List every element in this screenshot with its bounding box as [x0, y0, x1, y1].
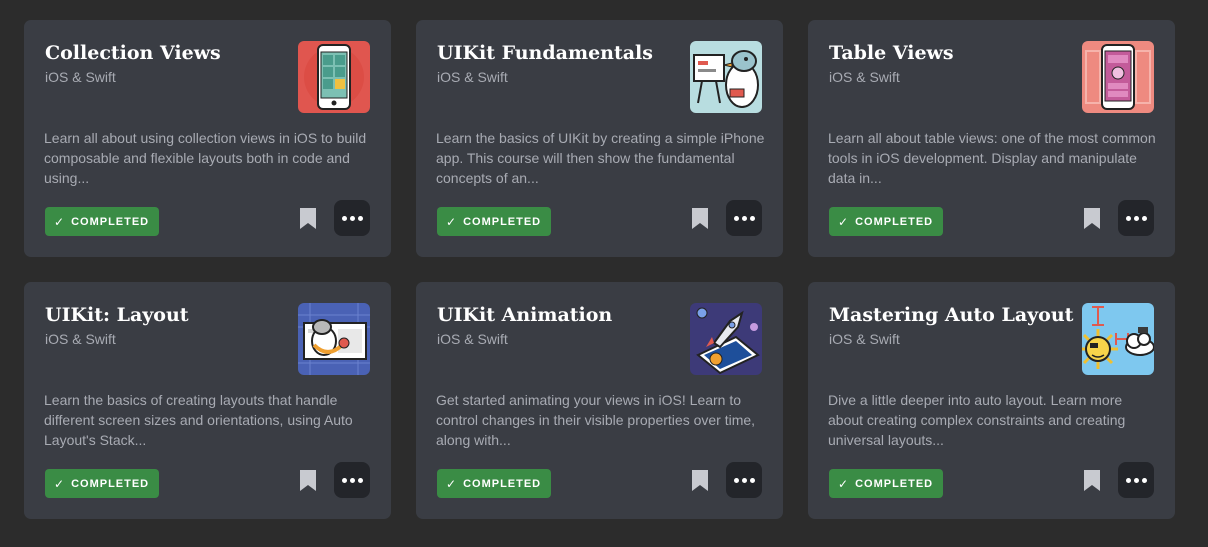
completed-badge: ✓ COMPLETED: [437, 469, 552, 498]
more-options-icon: [1125, 215, 1131, 221]
course-card[interactable]: UIKit: Layout iOS & Swift Learn the basi…: [24, 282, 391, 519]
more-options-icon: [341, 215, 347, 221]
check-icon: ✓: [54, 476, 66, 491]
more-options-icon: [349, 477, 355, 483]
more-options-button[interactable]: [726, 462, 762, 498]
phone-list-illustration-icon: [1082, 41, 1154, 113]
completed-badge: ✓ COMPLETED: [829, 207, 944, 236]
bookmark-icon[interactable]: [300, 470, 316, 491]
check-icon: ✓: [54, 214, 66, 229]
course-card[interactable]: UIKit Animation iOS & Swift Get started …: [416, 282, 783, 519]
more-options-icon: [749, 477, 755, 483]
badge-label: COMPLETED: [855, 477, 934, 490]
check-icon: ✓: [446, 476, 458, 491]
more-options-icon: [733, 215, 739, 221]
more-options-icon: [357, 477, 363, 483]
badge-label: COMPLETED: [71, 215, 150, 228]
more-options-icon: [341, 477, 347, 483]
course-description: Learn the basics of UIKit by creating a …: [436, 130, 765, 186]
course-grid: Collection Views iOS & Swift Learn all a…: [24, 20, 1175, 519]
check-icon: ✓: [446, 214, 458, 229]
course-card[interactable]: UIKit Fundamentals iOS & Swift Learn the…: [416, 20, 783, 257]
more-options-icon: [741, 215, 747, 221]
badge-label: COMPLETED: [463, 215, 542, 228]
completed-badge: ✓ COMPLETED: [45, 207, 160, 236]
more-options-icon: [1141, 477, 1147, 483]
more-options-button[interactable]: [334, 200, 370, 236]
course-description: Learn all about table views: one of the …: [828, 130, 1156, 186]
more-options-button[interactable]: [1118, 462, 1154, 498]
course-description: Learn the basics of creating layouts tha…: [44, 392, 353, 448]
more-options-button[interactable]: [334, 462, 370, 498]
bookmark-icon[interactable]: [300, 208, 316, 229]
check-icon: ✓: [838, 214, 850, 229]
more-options-icon: [1133, 215, 1139, 221]
badge-label: COMPLETED: [855, 215, 934, 228]
more-options-icon: [1125, 477, 1131, 483]
bookmark-icon[interactable]: [1084, 470, 1100, 491]
check-icon: ✓: [838, 476, 850, 491]
bird-layout-illustration-icon: [298, 303, 370, 375]
bird-presenter-illustration-icon: [690, 41, 762, 113]
more-options-icon: [749, 215, 755, 221]
more-options-button[interactable]: [1118, 200, 1154, 236]
course-description: Learn all about using collection views i…: [44, 130, 367, 186]
completed-badge: ✓ COMPLETED: [45, 469, 160, 498]
rocket-phone-illustration-icon: [690, 303, 762, 375]
completed-badge: ✓ COMPLETED: [829, 469, 944, 498]
badge-label: COMPLETED: [71, 477, 150, 490]
completed-badge: ✓ COMPLETED: [437, 207, 552, 236]
more-options-icon: [1141, 215, 1147, 221]
phone-grid-illustration-icon: [298, 41, 370, 113]
sun-cloud-illustration-icon: [1082, 303, 1154, 375]
bookmark-icon[interactable]: [1084, 208, 1100, 229]
more-options-icon: [1133, 477, 1139, 483]
course-description: Dive a little deeper into auto layout. L…: [828, 392, 1126, 448]
course-description: Get started animating your views in iOS!…: [436, 392, 756, 448]
bookmark-icon[interactable]: [692, 208, 708, 229]
course-card[interactable]: Collection Views iOS & Swift Learn all a…: [24, 20, 391, 257]
more-options-icon: [741, 477, 747, 483]
more-options-button[interactable]: [726, 200, 762, 236]
more-options-icon: [349, 215, 355, 221]
badge-label: COMPLETED: [463, 477, 542, 490]
course-card[interactable]: Mastering Auto Layout iOS & Swift Dive a…: [808, 282, 1175, 519]
course-card[interactable]: Table Views iOS & Swift Learn all about …: [808, 20, 1175, 257]
more-options-icon: [357, 215, 363, 221]
bookmark-icon[interactable]: [692, 470, 708, 491]
more-options-icon: [733, 477, 739, 483]
